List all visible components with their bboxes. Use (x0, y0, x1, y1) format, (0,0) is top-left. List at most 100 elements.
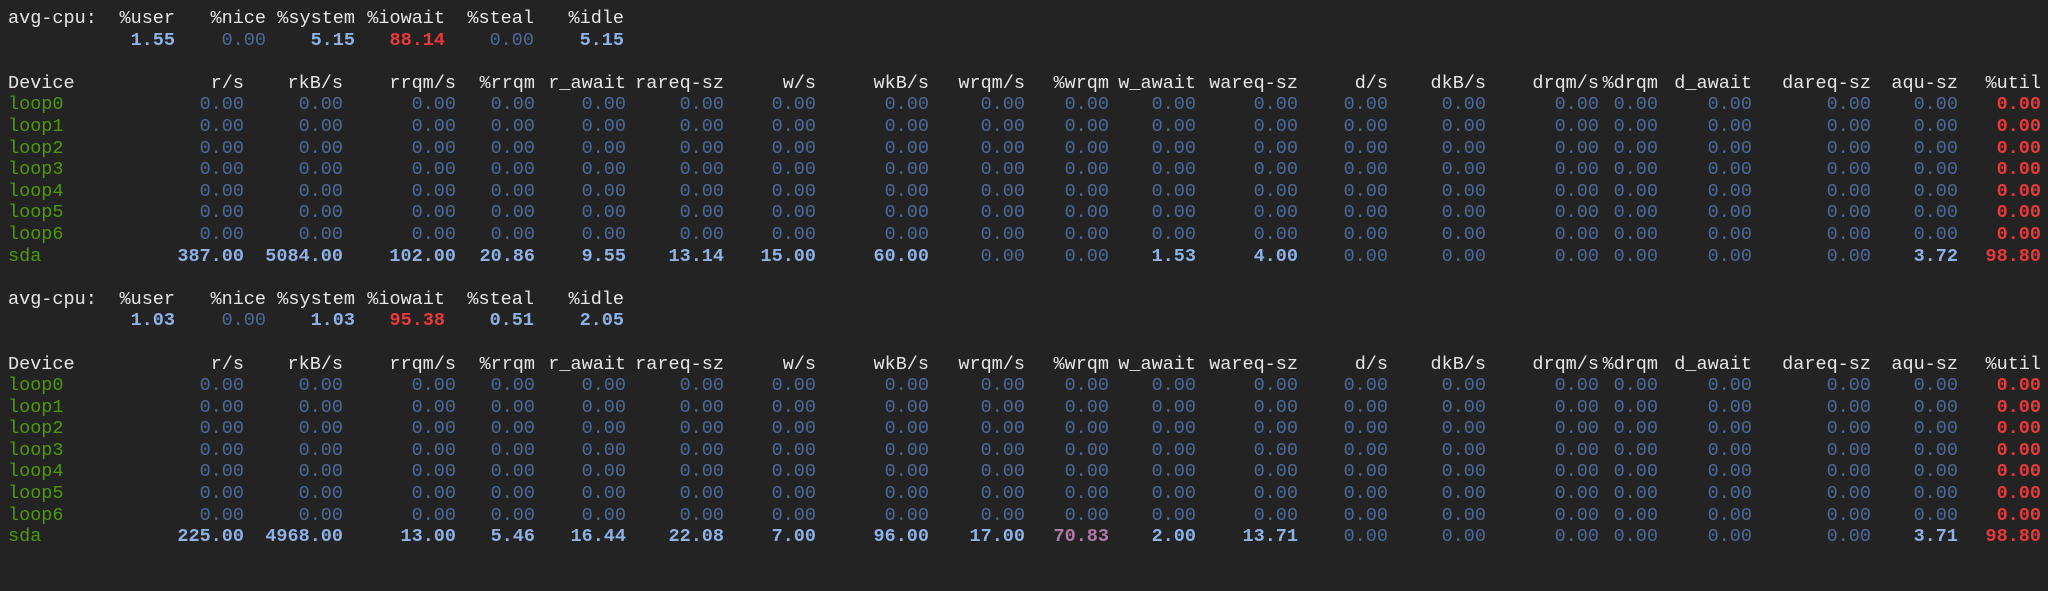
device-value: 0.00 (771, 418, 816, 440)
device-name: loop0 (8, 94, 64, 116)
device-value: 0.00 (1707, 526, 1752, 548)
device-value: 0.00 (771, 461, 816, 483)
table-row: loop4 0.00 0.00 0.00 0.00 0.00 0.00 0.00 0.00 0.0… (8, 461, 2048, 483)
device-value: 5084.00 (265, 245, 343, 267)
device-value: 0.00 (1996, 137, 2041, 159)
device-value: 0.00 (1707, 115, 1752, 137)
table-row: loop3 0.00 0.00 0.00 0.00 0.00 0.00 0.00 0.00 0.0… (8, 440, 2048, 462)
device-value: 98.80 (1985, 245, 2041, 267)
device-value: 0.00 (1707, 223, 1752, 245)
device-header-dkb-s: dkB/s (1430, 353, 1486, 375)
device-name: loop2 (8, 137, 64, 159)
device-header-w-s: w/s (782, 72, 816, 94)
device-value: 0.00 (1441, 159, 1486, 181)
device-name: loop5 (8, 483, 64, 505)
device-value: 0.00 (771, 137, 816, 159)
table-row: loop1 0.00 0.00 0.00 0.00 0.00 0.00 0.00 0.00 0.0… (8, 116, 2048, 138)
device-header-row: Device r/s rkB/s rrqm/s %rrqm r_await rareq-sz… (8, 354, 2048, 376)
device-header-w-s: w/s (782, 353, 816, 375)
device-value: 0.00 (1996, 94, 2041, 116)
device-value: 0.00 (298, 94, 343, 116)
table-row: loop5 0.00 0.00 0.00 0.00 0.00 0.00 0.00 0.00 0.0… (8, 202, 2048, 224)
terminal-output[interactable]: avg-cpu: %user %nice %system %iowait %steal %i… (0, 0, 2048, 591)
device-value: 0.00 (298, 137, 343, 159)
device-name: sda (8, 245, 42, 267)
device-value: 0.00 (298, 439, 343, 461)
device-value: 0.00 (1996, 202, 2041, 224)
cpu-header-row: avg-cpu: %user %nice %system %iowait %steal %i… (8, 289, 2048, 311)
device-value: 0.00 (298, 461, 343, 483)
device-header-rkb-s: rkB/s (287, 353, 343, 375)
device-value: 98.80 (1985, 526, 2041, 548)
device-value: 0.00 (1707, 137, 1752, 159)
device-value: 0.00 (1996, 375, 2041, 397)
device-value: 0.00 (1996, 159, 2041, 181)
device-value: 4968.00 (265, 526, 343, 548)
device-header-device: Device (8, 72, 75, 94)
device-value: 0.00 (298, 375, 343, 397)
device-header-dkb-s: dkB/s (1430, 72, 1486, 94)
table-row: sda 387.00 5084.00 102.00 20.86 9.55 13.14 15.0… (8, 246, 2048, 268)
device-value: 0.00 (1707, 180, 1752, 202)
device-value: 0.00 (1707, 483, 1752, 505)
device-value: 0.00 (771, 504, 816, 526)
device-name: sda (8, 526, 42, 548)
cpu-value-idle: 5.15 (579, 29, 624, 51)
device-value: 0.00 (1707, 245, 1752, 267)
device-value: 0.00 (1441, 137, 1486, 159)
device-value: 0.00 (1441, 94, 1486, 116)
table-row: loop6 0.00 0.00 0.00 0.00 0.00 0.00 0.00 0.00 0.0… (8, 505, 2048, 527)
device-value: 0.00 (1996, 180, 2041, 202)
table-row: loop3 0.00 0.00 0.00 0.00 0.00 0.00 0.00 0.00 0.0… (8, 159, 2048, 181)
device-value: 0.00 (1707, 94, 1752, 116)
device-value: 0.00 (298, 396, 343, 418)
device-value: 0.00 (298, 180, 343, 202)
device-value: 0.00 (1441, 245, 1486, 267)
cpu-values-row: 1.03 0.00 1.03 95.38 0.51 2.05 (8, 310, 2048, 332)
device-name: loop6 (8, 504, 64, 526)
device-value: 0.00 (771, 375, 816, 397)
cpu-header-idle: %idle (568, 288, 624, 310)
device-value: 0.00 (1441, 526, 1486, 548)
device-value: 0.00 (298, 418, 343, 440)
device-value: 0.00 (771, 396, 816, 418)
device-value: 0.00 (1441, 418, 1486, 440)
table-row: loop2 0.00 0.00 0.00 0.00 0.00 0.00 0.00 0.00 0.0… (8, 418, 2048, 440)
table-row: loop1 0.00 0.00 0.00 0.00 0.00 0.00 0.00 0.00 0.0… (8, 397, 2048, 419)
device-value: 0.00 (1996, 396, 2041, 418)
device-value: 0.00 (1707, 202, 1752, 224)
device-value: 0.00 (1441, 202, 1486, 224)
table-row: loop2 0.00 0.00 0.00 0.00 0.00 0.00 0.00 0.00 0.0… (8, 138, 2048, 160)
device-value: 0.00 (1441, 483, 1486, 505)
device-header-device: Device (8, 353, 75, 375)
device-value: 0.00 (298, 159, 343, 181)
device-header-rkb-s: rkB/s (287, 72, 343, 94)
device-name: loop4 (8, 461, 64, 483)
cpu-value-idle: 2.05 (579, 310, 624, 332)
device-value: 0.00 (1996, 483, 2041, 505)
device-header--util: %util (1985, 353, 2041, 375)
device-value: 0.00 (1996, 418, 2041, 440)
device-value: 0.00 (1441, 396, 1486, 418)
device-value: 0.00 (771, 115, 816, 137)
device-name: loop6 (8, 223, 64, 245)
device-name: loop2 (8, 418, 64, 440)
device-value: 0.00 (1441, 439, 1486, 461)
device-value: 0.00 (1707, 375, 1752, 397)
device-header-d-await: d_await (1674, 72, 1752, 94)
device-value: 0.00 (1707, 504, 1752, 526)
device-value: 0.00 (1707, 461, 1752, 483)
device-value: 0.00 (1441, 115, 1486, 137)
device-value: 0.00 (771, 202, 816, 224)
cpu-header-idle: %idle (568, 8, 624, 29)
device-value: 0.00 (1996, 461, 2041, 483)
device-name: loop1 (8, 115, 64, 137)
device-value: 0.00 (1441, 375, 1486, 397)
device-value: 0.00 (771, 483, 816, 505)
device-header-d-await: d_await (1674, 353, 1752, 375)
device-value: 7.00 (771, 526, 816, 548)
table-row: loop0 0.00 0.00 0.00 0.00 0.00 0.00 0.00 0.00 0.0… (8, 94, 2048, 116)
table-row: loop0 0.00 0.00 0.00 0.00 0.00 0.00 0.00 0.00 0.0… (8, 375, 2048, 397)
